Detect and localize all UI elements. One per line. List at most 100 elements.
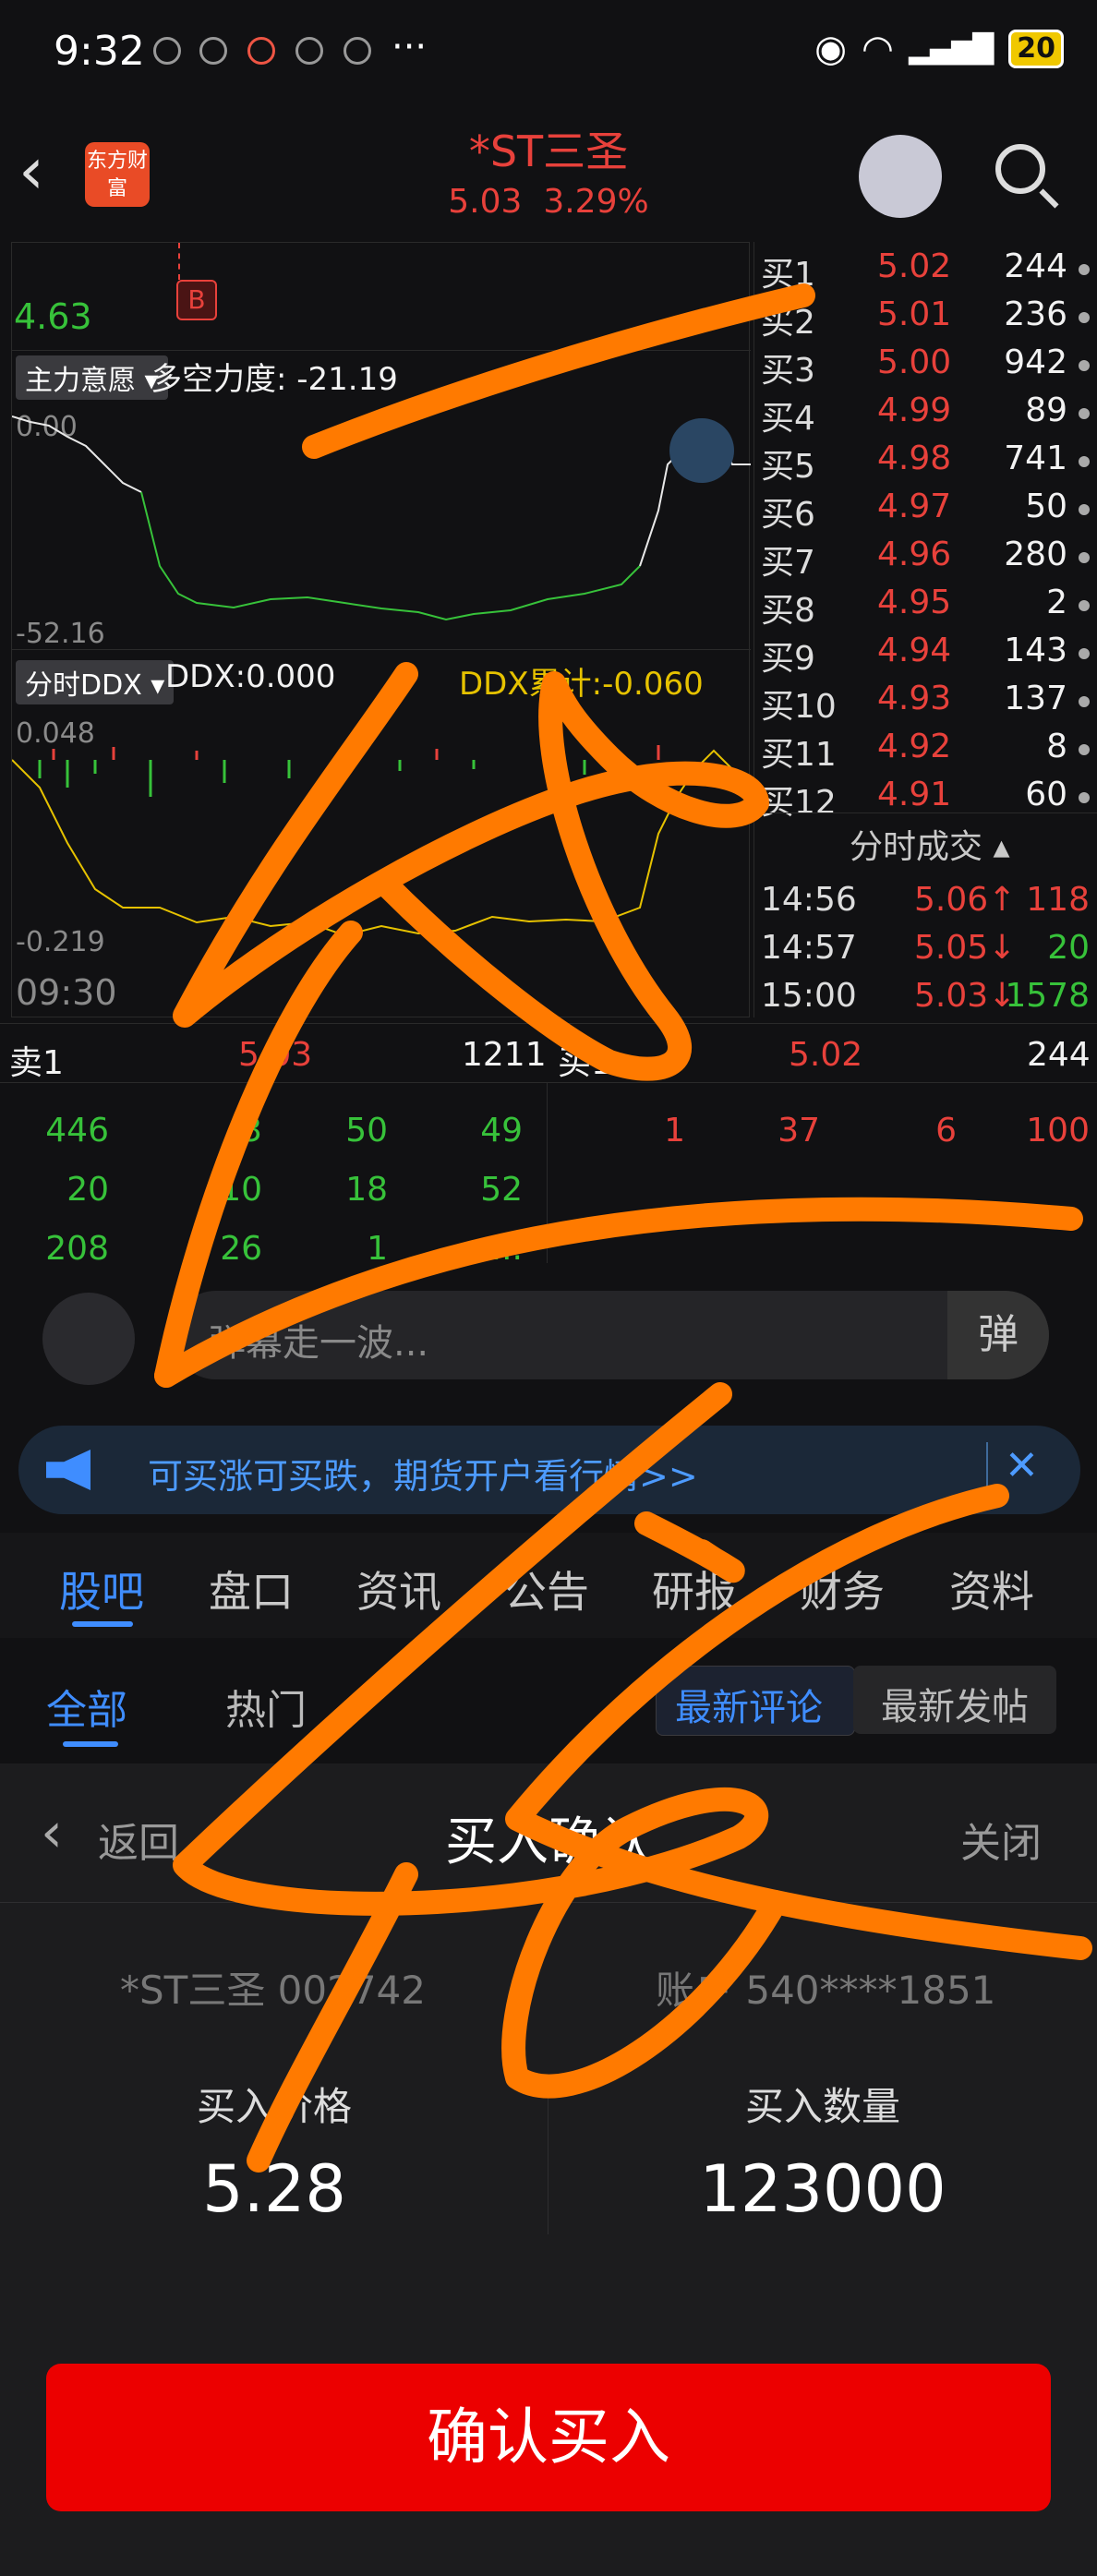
indicator2-label: DDX:0.000 <box>165 658 336 695</box>
ob-volume: 137 <box>1004 680 1067 717</box>
order-book-row[interactable]: 买8 4.95 2 <box>757 584 1091 632</box>
danmaku-toggle-button[interactable]: 弹 <box>947 1291 1049 1379</box>
wifi-icon: ◠ <box>862 28 894 70</box>
confirm-buy-button[interactable]: 确认买入 <box>46 2364 1051 2511</box>
ob-volume: 741 <box>1004 439 1067 477</box>
ob-dot-icon <box>1079 264 1090 275</box>
order-book-row[interactable]: 买9 4.94 143 <box>757 632 1091 680</box>
sort-latest-comment[interactable]: 最新评论 <box>656 1666 855 1736</box>
ob-price: 4.91 <box>877 776 952 813</box>
trade-row: 14:57 5.05↓ 20 <box>757 929 1091 977</box>
signal-icon: ▂▄▆█ <box>908 32 995 66</box>
ob-price: 5.02 <box>877 247 952 285</box>
tab-item[interactable]: 资讯 <box>356 1559 441 1619</box>
tab-item[interactable]: 研报 <box>652 1559 737 1619</box>
order-book-row[interactable]: 买12 4.91 60 <box>757 776 1091 824</box>
chart-divider <box>12 350 751 351</box>
ob-label: 买6 <box>761 496 815 534</box>
l2-buy-queue-cell: 100 <box>1026 1112 1090 1150</box>
sheet-close[interactable]: 关闭 <box>960 1810 1042 1869</box>
ob-dot-icon <box>1079 648 1090 659</box>
ad-text[interactable]: 可买涨可买跌，期货开户看行情>> <box>148 1448 698 1499</box>
l2-sell-queue-cell: 3 <box>241 1112 262 1150</box>
notification-icon <box>344 37 371 65</box>
buy-price-value: 5.28 <box>202 2151 346 2227</box>
trade-row: 14:56 5.06↑ 118 <box>757 881 1091 929</box>
subtab-hot[interactable]: 热门 <box>225 1677 307 1736</box>
l2-sell-queue-cell: 18 <box>345 1171 388 1209</box>
ob-volume: 2 <box>1046 584 1067 621</box>
l2-buy-volume: 244 <box>1027 1036 1091 1074</box>
level2-queue: 卖1 5.03 1211 买1 5.02 244 446 3 50 49 20 10 18 5… <box>0 1023 1097 1268</box>
intraday-chart-panel[interactable]: 4.63 B 主力意愿 ▾ 多空力度: -21.19 0.00 -52.16 分… <box>11 242 751 1017</box>
trade-time: 14:57 <box>761 929 857 967</box>
order-book-row[interactable]: 买10 4.93 137 <box>757 680 1091 728</box>
ob-volume: 244 <box>1004 247 1067 285</box>
danmaku-settings-icon[interactable] <box>42 1293 135 1385</box>
l2-buy-price: 5.02 <box>789 1036 863 1074</box>
sort-latest-comment-label: 最新评论 <box>675 1687 823 1729</box>
trade-price: 5.06↑ <box>914 881 1017 919</box>
l2-sell-volume: 1211 <box>462 1036 547 1074</box>
ob-price: 4.98 <box>877 439 952 477</box>
buy-marker[interactable]: B <box>176 280 217 320</box>
ob-dot-icon <box>1079 696 1090 707</box>
indicator1-selector[interactable]: 主力意愿 ▾ <box>16 355 168 400</box>
ob-dot-icon <box>1079 552 1090 563</box>
order-book-row[interactable]: 买7 4.96 280 <box>757 536 1091 584</box>
sheet-title: 买入确认 <box>445 1812 652 1872</box>
ob-volume: 236 <box>1004 295 1067 333</box>
l2-buy-label: 买1 <box>558 1044 612 1082</box>
sheet-stock-code: *ST三圣 002742 <box>120 1968 426 2013</box>
trades-title[interactable]: 分时成交 ▴ <box>850 820 1010 868</box>
l2-sell-label: 卖1 <box>9 1044 64 1082</box>
sort-latest-post[interactable]: 最新发帖 <box>853 1666 1056 1734</box>
l2-sell-queue-cell: 50 <box>345 1112 388 1150</box>
order-book-row[interactable]: 买2 5.01 236 <box>757 295 1091 343</box>
ob-volume: 280 <box>1004 536 1067 573</box>
order-book-row[interactable]: 买6 4.97 50 <box>757 488 1091 536</box>
order-book-row[interactable]: 买5 4.98 741 <box>757 439 1091 488</box>
ob-price: 5.00 <box>877 343 952 381</box>
ob-price: 4.99 <box>877 391 952 429</box>
expand-icon[interactable] <box>669 418 734 483</box>
l2-divider <box>547 1082 548 1263</box>
l2-sell-queue-cell: ... <box>490 1230 523 1268</box>
tab-item[interactable]: 财务 <box>800 1559 885 1619</box>
ob-dot-icon <box>1079 312 1090 323</box>
ob-dot-icon <box>1079 600 1090 611</box>
megaphone-icon <box>46 1450 90 1490</box>
l2-sell-queue-cell: 26 <box>220 1230 262 1268</box>
notification-icon <box>295 37 323 65</box>
trade-price: 5.03↓ <box>914 977 1017 1015</box>
tab-item[interactable]: 公告 <box>504 1559 589 1619</box>
indicator2-selector[interactable]: 分时DDX ▾ <box>16 660 175 704</box>
order-book-row[interactable]: 买1 5.02 244 <box>757 247 1091 295</box>
robot-assistant-icon[interactable] <box>859 135 942 218</box>
trade-time: 15:00 <box>761 977 857 1015</box>
indicator1-label: 多空力度: -21.19 <box>151 361 398 398</box>
tab-item[interactable]: 资料 <box>949 1559 1034 1619</box>
order-book-row[interactable]: 买3 5.00 942 <box>757 343 1091 391</box>
search-icon[interactable] <box>995 144 1045 194</box>
tab-item[interactable]: 盘口 <box>209 1559 294 1619</box>
ob-dot-icon <box>1079 744 1090 755</box>
subtab-all[interactable]: 全部 <box>46 1677 127 1736</box>
ad-close-icon[interactable]: ✕ <box>1005 1442 1039 1489</box>
tab-item[interactable]: 股吧 <box>59 1559 144 1619</box>
danmaku-input[interactable]: 弹幕走一波... 弹 <box>172 1291 1049 1379</box>
ob-price: 4.93 <box>877 680 952 717</box>
l2-buy-queue-cell: 1 <box>664 1112 685 1150</box>
ad-banner[interactable]: 可买涨可买跌，期货开户看行情>> ✕ <box>18 1426 1080 1514</box>
ob-price: 4.95 <box>877 584 952 621</box>
buy-qty-label: 买入数量 <box>744 2084 900 2129</box>
order-book-row[interactable]: 买11 4.92 8 <box>757 728 1091 776</box>
l2-sell-queue-cell: 52 <box>480 1171 523 1209</box>
buy-price-label: 买入价格 <box>196 2084 352 2129</box>
order-book-row[interactable]: 买4 4.99 89 <box>757 391 1091 439</box>
ddx-chart <box>12 745 751 937</box>
sheet-divider <box>0 1902 1097 1903</box>
trade-volume: 20 <box>1047 929 1090 967</box>
ob-volume: 8 <box>1046 728 1067 765</box>
indicator1-line <box>12 415 751 621</box>
